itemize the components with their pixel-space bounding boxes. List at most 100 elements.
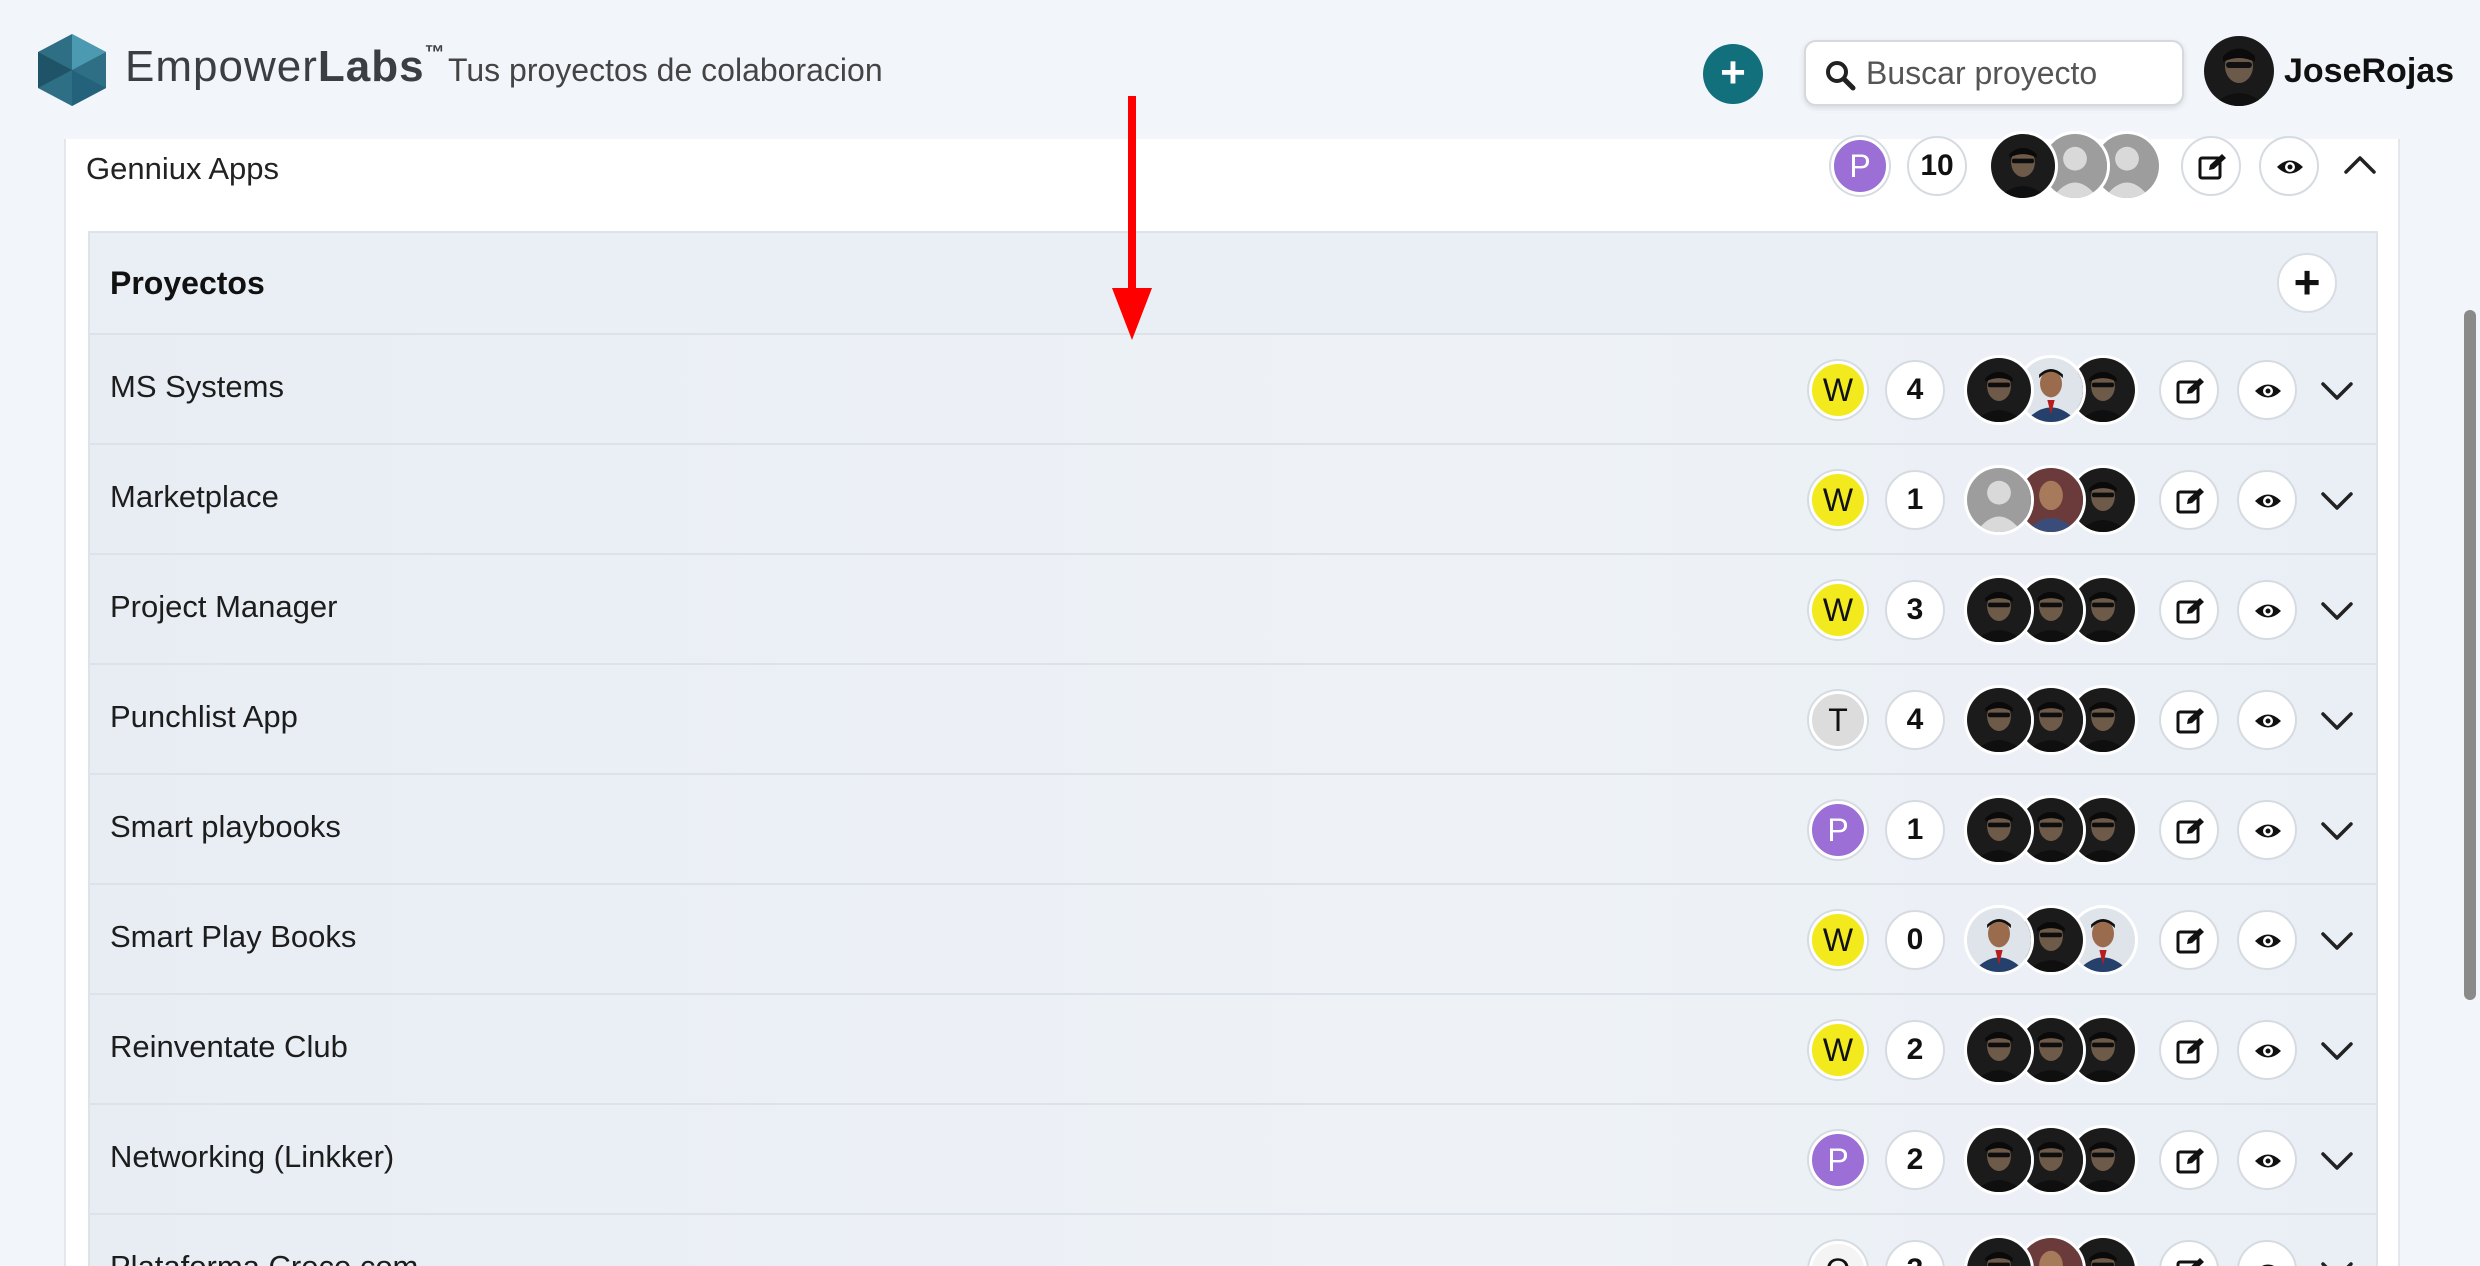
status-badge[interactable]: P: [1809, 801, 1867, 859]
user-name[interactable]: JoseRojas: [2284, 52, 2454, 91]
add-project-button[interactable]: +: [2277, 253, 2337, 313]
edit-icon: [2176, 1038, 2204, 1064]
edit-button[interactable]: [2181, 136, 2241, 196]
brand-name[interactable]: EmpowerLabs™: [125, 42, 446, 92]
member-count[interactable]: 1: [1885, 470, 1945, 530]
status-badge[interactable]: W: [1809, 361, 1867, 419]
view-button[interactable]: [2237, 910, 2297, 970]
edit-button[interactable]: [2159, 1130, 2219, 1190]
view-button[interactable]: [2237, 690, 2297, 750]
avatar: [1964, 465, 2034, 535]
member-count[interactable]: 3: [1885, 1240, 1945, 1266]
view-button[interactable]: [2237, 360, 2297, 420]
top-header: EmpowerLabs™ Tus proyectos de colaboraci…: [0, 0, 2480, 139]
project-row[interactable]: Project Manager W 3: [90, 553, 2376, 663]
projects-title: Proyectos: [110, 265, 265, 301]
project-row[interactable]: Plataforma Crece.comO3: [90, 1213, 2376, 1266]
edit-button[interactable]: [2159, 1240, 2219, 1266]
member-count[interactable]: 10: [1907, 136, 1967, 196]
project-controls: P1: [90, 775, 2376, 883]
project-controls: W3: [90, 555, 2376, 663]
chevron-down-icon[interactable]: [2317, 1140, 2357, 1180]
status-badge[interactable]: W: [1809, 911, 1867, 969]
edit-icon: [2176, 928, 2204, 954]
eye-icon: [2255, 824, 2281, 838]
project-row[interactable]: MS Systems W 4: [90, 333, 2376, 443]
member-avatars[interactable]: [1964, 465, 2144, 537]
scrollbar-thumb[interactable]: [2464, 310, 2476, 1000]
edit-button[interactable]: [2159, 800, 2219, 860]
avatar: [1964, 355, 2034, 425]
organization-panel: Genniux Apps P 10 Proyectos + MS Systems W…: [64, 131, 2400, 1266]
chevron-down-icon[interactable]: [2317, 920, 2357, 960]
view-button[interactable]: [2237, 1020, 2297, 1080]
member-avatars[interactable]: [1964, 685, 2144, 757]
chevron-down-icon[interactable]: [2317, 370, 2357, 410]
search-box[interactable]: [1804, 40, 2184, 106]
member-avatars[interactable]: [1964, 1235, 2144, 1266]
edit-icon: [2176, 598, 2204, 624]
view-button[interactable]: [2237, 470, 2297, 530]
edit-button[interactable]: [2159, 690, 2219, 750]
chevron-down-icon[interactable]: [2317, 1250, 2357, 1266]
member-avatars[interactable]: [1964, 355, 2144, 427]
avatar: [1964, 1235, 2034, 1266]
member-count[interactable]: 2: [1885, 1020, 1945, 1080]
project-row[interactable]: Smart Play Books W 0: [90, 883, 2376, 993]
edit-button[interactable]: [2159, 360, 2219, 420]
view-button[interactable]: [2237, 1130, 2297, 1190]
organization-row[interactable]: Genniux Apps P 10: [66, 131, 2398, 231]
edit-button[interactable]: [2159, 470, 2219, 530]
chevron-down-icon[interactable]: [2317, 480, 2357, 520]
edit-button[interactable]: [2159, 580, 2219, 640]
view-button[interactable]: [2259, 136, 2319, 196]
status-badge[interactable]: T: [1809, 691, 1867, 749]
chevron-down-icon[interactable]: [2317, 700, 2357, 740]
status-badge[interactable]: W: [1809, 471, 1867, 529]
empowerlabs-logo-icon[interactable]: [34, 32, 110, 108]
status-badge[interactable]: P: [1809, 1131, 1867, 1189]
eye-icon: [2255, 934, 2281, 948]
chevron-up-icon[interactable]: [2340, 146, 2380, 186]
add-organization-button[interactable]: +: [1703, 44, 1763, 104]
annotation-arrow-icon: [1112, 96, 1152, 340]
projects-section: Proyectos + MS Systems W 4 Marketplace W 1 Pro…: [88, 231, 2378, 1266]
view-button[interactable]: [2237, 580, 2297, 640]
member-count[interactable]: 3: [1885, 580, 1945, 640]
chevron-down-icon[interactable]: [2317, 810, 2357, 850]
eye-icon: [2255, 1154, 2281, 1168]
search-input[interactable]: [1866, 50, 2166, 96]
status-badge[interactable]: W: [1809, 581, 1867, 639]
project-row[interactable]: Marketplace W 1: [90, 443, 2376, 553]
eye-icon: [2255, 494, 2281, 508]
edit-icon: [2176, 378, 2204, 404]
edit-button[interactable]: [2159, 1020, 2219, 1080]
member-count[interactable]: 1: [1885, 800, 1945, 860]
view-button[interactable]: [2237, 800, 2297, 860]
project-row[interactable]: Reinventate Club W 2: [90, 993, 2376, 1103]
member-avatars[interactable]: [1964, 1015, 2144, 1087]
member-count[interactable]: 4: [1885, 360, 1945, 420]
project-row[interactable]: Punchlist App T 4: [90, 663, 2376, 773]
member-avatars[interactable]: [1964, 1125, 2144, 1197]
member-avatars[interactable]: [1964, 795, 2144, 867]
status-badge[interactable]: P: [1831, 137, 1889, 195]
member-count[interactable]: 0: [1885, 910, 1945, 970]
view-button[interactable]: [2237, 1240, 2297, 1266]
member-avatars[interactable]: [1988, 131, 2168, 203]
avatar: [1964, 1015, 2034, 1085]
member-avatars[interactable]: [1964, 905, 2144, 977]
member-count[interactable]: 4: [1885, 690, 1945, 750]
user-avatar[interactable]: [2204, 36, 2274, 106]
project-row[interactable]: Networking (Linkker) P 2: [90, 1103, 2376, 1213]
status-badge[interactable]: O: [1809, 1241, 1867, 1266]
member-avatars[interactable]: [1964, 575, 2144, 647]
project-controls: W1: [90, 445, 2376, 553]
project-row[interactable]: Smart playbooks P 1: [90, 773, 2376, 883]
edit-button[interactable]: [2159, 910, 2219, 970]
eye-icon: [2277, 160, 2303, 174]
chevron-down-icon[interactable]: [2317, 590, 2357, 630]
status-badge[interactable]: W: [1809, 1021, 1867, 1079]
member-count[interactable]: 2: [1885, 1130, 1945, 1190]
chevron-down-icon[interactable]: [2317, 1030, 2357, 1070]
